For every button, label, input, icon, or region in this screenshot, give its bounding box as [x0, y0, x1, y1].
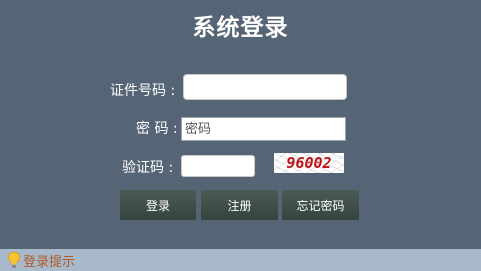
login-page: 系统登录 证件号码 : 密 码 : 验证码 : 96002 登录 注册 忘记密码…: [0, 0, 481, 271]
captcha-label: 验证码 :: [122, 160, 174, 176]
footer-bar: 登录提示: [0, 249, 481, 271]
password-label: 密 码 :: [136, 121, 178, 137]
lightbulb-icon: [8, 251, 20, 268]
register-button[interactable]: 注册: [201, 190, 278, 220]
password-input[interactable]: [181, 117, 346, 141]
forgot-password-button[interactable]: 忘记密码: [282, 190, 359, 220]
captcha-input[interactable]: [181, 155, 255, 177]
login-tips-link[interactable]: 登录提示: [23, 251, 75, 270]
login-button[interactable]: 登录: [120, 190, 196, 220]
id-number-input[interactable]: [183, 74, 347, 100]
id-number-label: 证件号码 :: [110, 83, 176, 99]
captcha-image[interactable]: 96002: [274, 153, 344, 173]
page-title: 系统登录: [192, 15, 289, 41]
